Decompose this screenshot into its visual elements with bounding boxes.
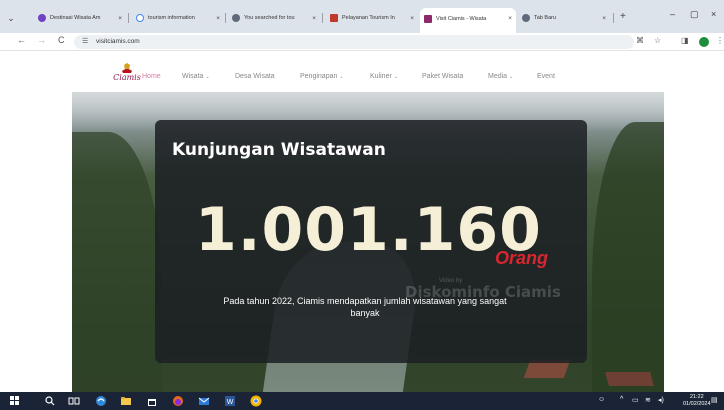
hero-house-roof bbox=[605, 372, 654, 386]
nav-home[interactable]: Home bbox=[142, 73, 161, 80]
svg-text:W: W bbox=[227, 399, 234, 406]
tab-separator bbox=[613, 13, 614, 23]
nav-label: Desa Wisata bbox=[235, 73, 275, 80]
tab-close-icon[interactable]: × bbox=[602, 15, 606, 22]
address-bar[interactable]: ☰ visitciamis.com bbox=[74, 35, 634, 49]
tab-close-icon[interactable]: × bbox=[508, 15, 512, 22]
edge-browser-icon[interactable] bbox=[95, 395, 107, 407]
nav-penginapan[interactable]: Penginapan ⌄ bbox=[300, 73, 344, 80]
windows-start-icon[interactable] bbox=[10, 396, 20, 406]
google-favicon-icon bbox=[136, 14, 144, 22]
browser-tab-strip: ⌄ Destinasi Wisata Am × tourism informat… bbox=[0, 0, 724, 33]
favicon-icon bbox=[330, 14, 338, 22]
tab-close-icon[interactable]: × bbox=[410, 15, 414, 22]
stat-title: Kunjungan Wisatawan bbox=[172, 140, 386, 160]
nav-label: Event bbox=[537, 73, 555, 80]
browser-toolbar: ← → C ☰ visitciamis.com ⌘ ☆ ◨ ⋮ bbox=[0, 33, 724, 51]
tab-label: tourism information bbox=[148, 15, 195, 21]
back-button[interactable]: ← bbox=[17, 35, 26, 45]
firefox-icon[interactable] bbox=[172, 395, 184, 407]
tray-chevron-icon[interactable]: ^ bbox=[620, 396, 623, 403]
network-icon[interactable]: ≋ bbox=[645, 396, 651, 404]
search-icon[interactable] bbox=[44, 395, 56, 407]
nav-media[interactable]: Media ⌄ bbox=[488, 73, 513, 80]
favicon-icon bbox=[38, 14, 46, 22]
user-icon[interactable]: ☺ bbox=[598, 396, 605, 403]
logo-text: Ciamis bbox=[113, 73, 141, 82]
chevron-down-icon: ⌄ bbox=[205, 74, 210, 80]
store-icon[interactable] bbox=[146, 395, 158, 407]
browser-tab[interactable]: Pelayanan Tourism In × bbox=[326, 8, 418, 28]
nav-label: Penginapan bbox=[300, 73, 338, 80]
reload-button[interactable]: C bbox=[58, 35, 65, 45]
hero-forest-right bbox=[592, 122, 664, 392]
nav-label: Home bbox=[142, 73, 161, 80]
tab-search-chevron-icon[interactable]: ⌄ bbox=[4, 11, 18, 25]
side-panel-icon[interactable]: ◨ bbox=[681, 36, 689, 45]
tab-label: Destinasi Wisata Am bbox=[50, 15, 101, 21]
favicon-icon bbox=[232, 14, 240, 22]
tab-label: Tab Baru bbox=[534, 15, 557, 21]
tab-separator bbox=[322, 13, 323, 23]
site-info-icon[interactable]: ☰ bbox=[82, 37, 88, 45]
stat-description: Pada tahun 2022, Ciamis mendapatkan juml… bbox=[223, 296, 507, 318]
nav-wisata[interactable]: Wisata ⌄ bbox=[182, 73, 210, 80]
browser-tab-active[interactable]: Visit Ciamis - Wisata × bbox=[420, 8, 516, 33]
visitor-count: 1.001.160 bbox=[195, 195, 542, 265]
hero-forest-left bbox=[72, 132, 162, 392]
nav-event[interactable]: Event bbox=[537, 73, 555, 80]
favicon-icon bbox=[424, 14, 432, 23]
tab-close-icon[interactable]: × bbox=[216, 15, 220, 22]
favicon-icon bbox=[522, 14, 530, 22]
visitor-stat-card: Kunjungan Wisatawan 1.001.160 Orang Vide… bbox=[155, 120, 587, 363]
nav-label: Paket Wisata bbox=[422, 73, 464, 80]
url-text[interactable]: visitciamis.com bbox=[96, 38, 140, 45]
browser-tab[interactable]: Destinasi Wisata Am × bbox=[34, 8, 126, 28]
nav-desa-wisata[interactable]: Desa Wisata bbox=[235, 73, 275, 80]
task-view-icon[interactable] bbox=[68, 395, 80, 407]
site-logo[interactable]: Ciamis bbox=[113, 63, 141, 83]
word-icon[interactable]: W bbox=[224, 395, 236, 407]
chrome-icon[interactable] bbox=[250, 395, 262, 407]
new-tab-button[interactable]: + bbox=[620, 11, 626, 22]
tab-separator bbox=[128, 13, 129, 23]
bookmark-star-icon[interactable]: ☆ bbox=[654, 36, 661, 45]
tab-label: You searched for tou bbox=[244, 15, 295, 21]
tab-close-icon[interactable]: × bbox=[118, 15, 122, 22]
tab-close-icon[interactable]: × bbox=[312, 15, 316, 22]
translate-icon[interactable]: ⌘ bbox=[636, 36, 644, 45]
file-explorer-icon[interactable] bbox=[120, 395, 132, 407]
visitor-unit: Orang bbox=[495, 248, 549, 268]
nav-paket-wisata[interactable]: Paket Wisata bbox=[422, 73, 463, 80]
nav-label: Wisata bbox=[182, 73, 204, 80]
windows-taskbar: W ☺ ^ ▭ ≋ ◂) 21:22 01/02/2024 ▤ bbox=[0, 392, 724, 410]
mail-icon[interactable] bbox=[198, 395, 210, 407]
browser-tab[interactable]: You searched for tou × bbox=[228, 8, 320, 28]
close-window-button[interactable]: × bbox=[711, 9, 716, 19]
nav-kuliner[interactable]: Kuliner ⌄ bbox=[370, 73, 398, 80]
chevron-down-icon: ⌄ bbox=[509, 74, 514, 80]
site-header: Ciamis Home Wisata ⌄ Desa Wisata Penginap… bbox=[0, 52, 724, 92]
tab-separator bbox=[225, 13, 226, 23]
clock-date: 01/02/2024 bbox=[683, 401, 711, 407]
forward-button[interactable]: → bbox=[37, 35, 46, 45]
minimize-button[interactable]: – bbox=[670, 9, 675, 19]
browser-menu-icon[interactable]: ⋮ bbox=[716, 36, 724, 45]
taskbar-clock[interactable]: 21:22 01/02/2024 bbox=[683, 394, 711, 408]
maximize-button[interactable]: ▢ bbox=[690, 9, 699, 20]
browser-tab[interactable]: Tab Baru × bbox=[518, 8, 610, 28]
tab-label: Pelayanan Tourism In bbox=[342, 15, 395, 21]
chevron-down-icon: ⌄ bbox=[393, 74, 398, 80]
browser-tab[interactable]: tourism information × bbox=[132, 8, 224, 28]
volume-icon[interactable]: ◂) bbox=[658, 396, 664, 404]
nav-label: Media bbox=[488, 73, 508, 80]
battery-icon[interactable]: ▭ bbox=[632, 396, 639, 404]
notification-icon[interactable]: ▤ bbox=[711, 396, 718, 404]
nav-label: Kuliner bbox=[370, 73, 392, 80]
clock-time: 21:22 bbox=[689, 394, 704, 400]
tab-label: Visit Ciamis - Wisata bbox=[436, 15, 487, 22]
chevron-down-icon: ⌄ bbox=[339, 74, 344, 80]
profile-avatar[interactable] bbox=[699, 37, 709, 47]
